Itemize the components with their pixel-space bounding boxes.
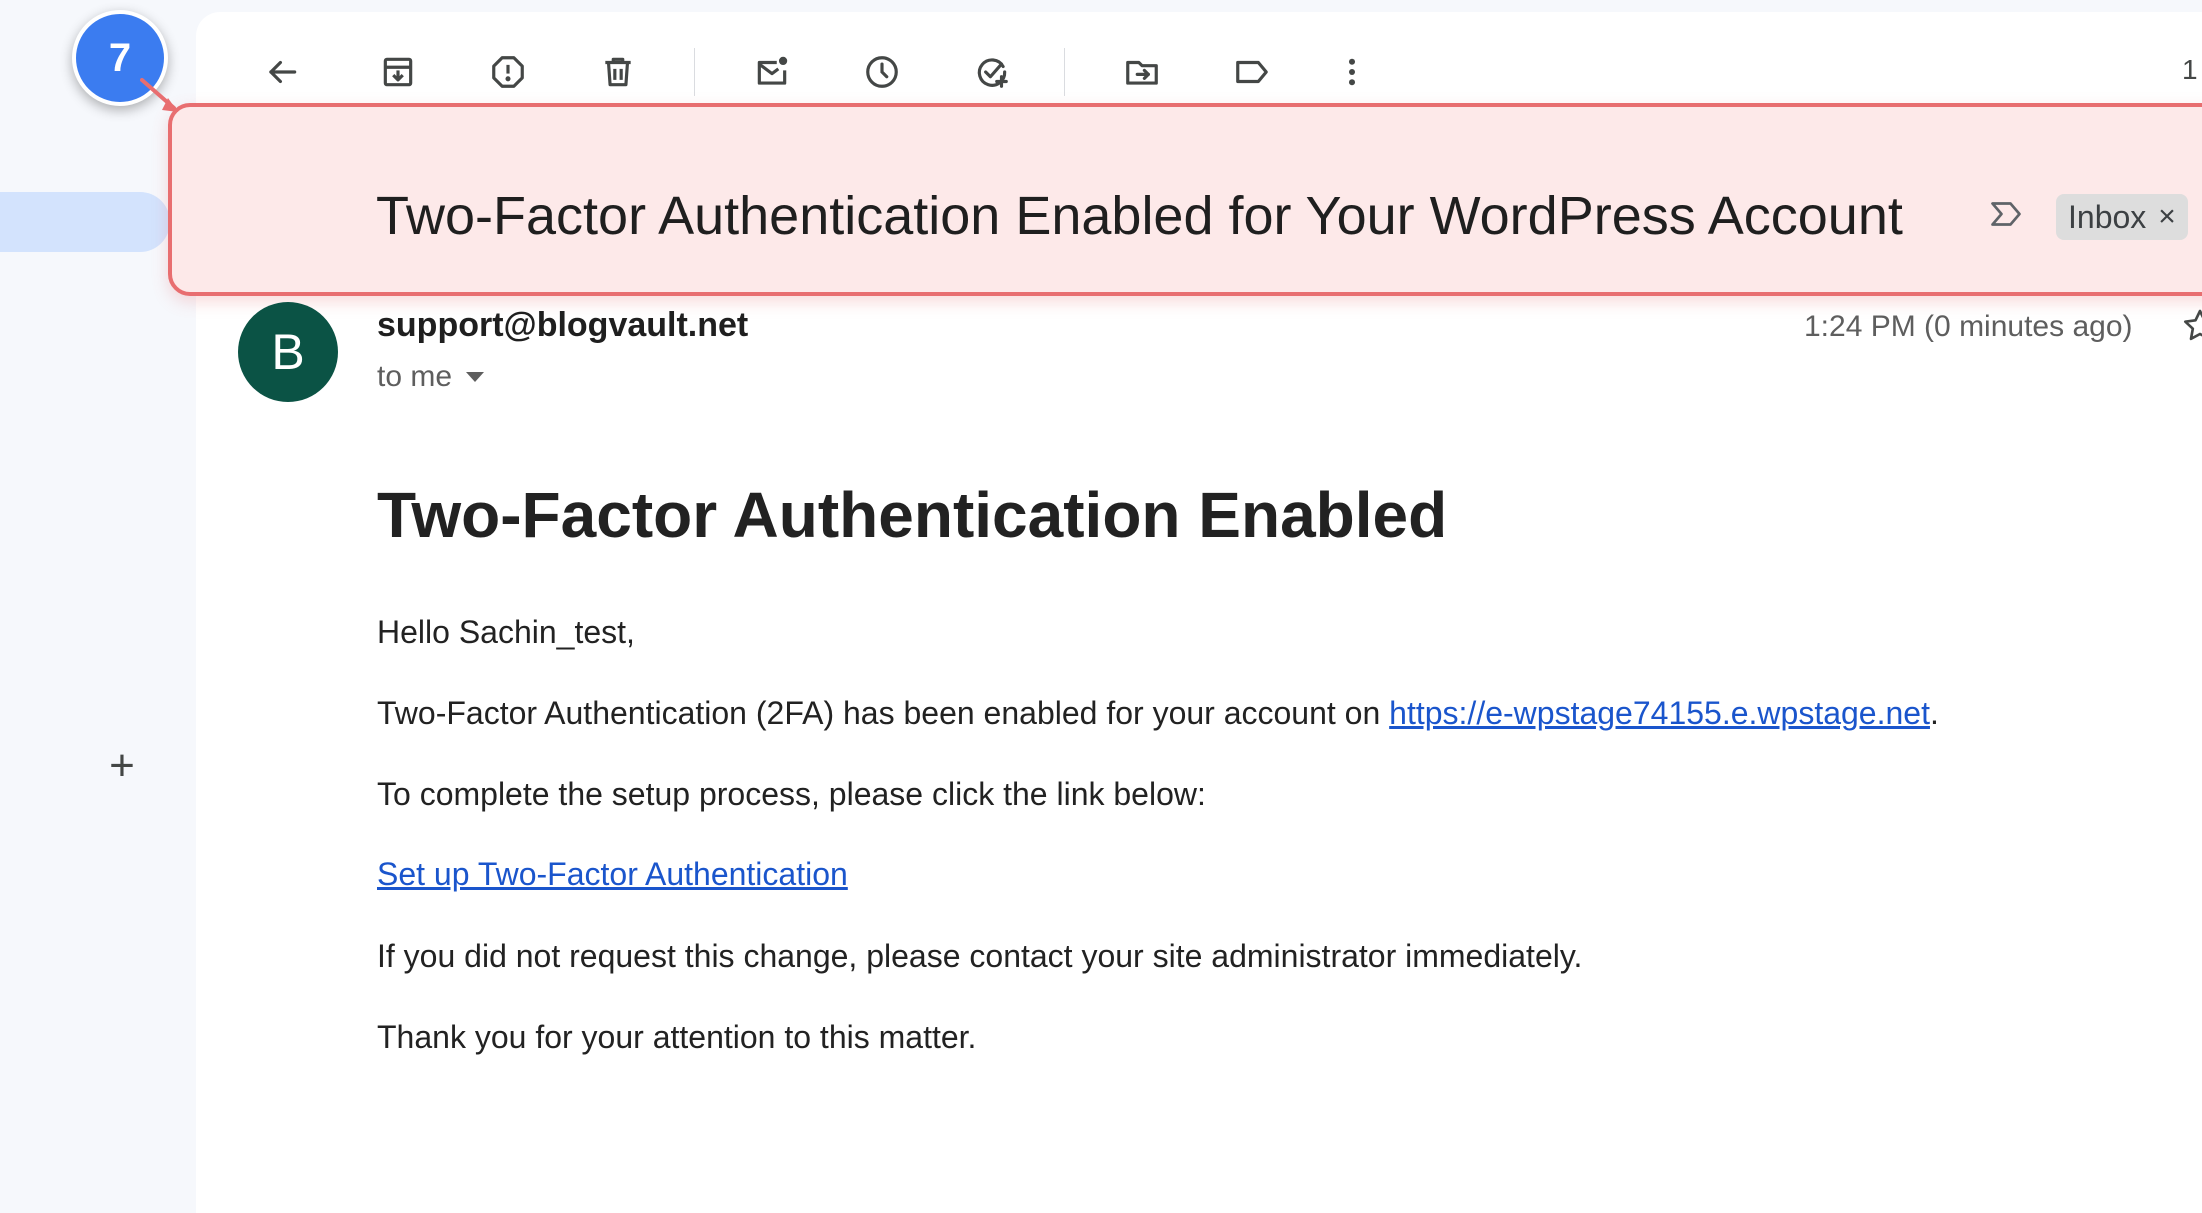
star-icon[interactable] — [2180, 306, 2202, 346]
setup-2fa-link[interactable]: Set up Two-Factor Authentication — [377, 856, 848, 892]
active-nav-item[interactable] — [0, 192, 170, 252]
email-timestamp: 1:24 PM (0 minutes ago) — [1804, 310, 2133, 343]
toolbar-divider — [1064, 48, 1065, 96]
plus-icon[interactable]: + — [102, 744, 142, 788]
important-marker-icon[interactable] — [1988, 196, 2024, 232]
annotation-arrow-icon — [140, 78, 178, 112]
archive-icon[interactable] — [374, 48, 422, 96]
recipient-details[interactable]: to me — [377, 360, 485, 394]
label-chip-text: Inbox — [2068, 198, 2147, 235]
arrow-left-icon[interactable] — [258, 48, 306, 96]
left-rail: + — [0, 0, 196, 1213]
enabled-notice-text: Two-Factor Authentication (2FA) has been… — [377, 695, 1390, 731]
remove-label-icon[interactable]: × — [2158, 200, 2176, 234]
toolbar-divider — [694, 48, 695, 96]
email-subject: Two-Factor Authentication Enabled for Yo… — [376, 186, 1903, 246]
sender-email[interactable]: support@blogvault.net — [377, 306, 748, 345]
site-url-link[interactable]: https://e-wpstage74155.e.wpstage.net — [1389, 695, 1930, 731]
chevron-down-icon[interactable] — [466, 372, 485, 382]
label-chip-inbox: Inbox × — [2056, 194, 2188, 240]
more-vert-icon[interactable] — [1328, 48, 1376, 96]
enabled-notice: Two-Factor Authentication (2FA) has been… — [377, 695, 1939, 732]
report-spam-icon[interactable] — [484, 48, 532, 96]
message-count: 1 — [2182, 54, 2198, 85]
greeting-text: Hello Sachin_test, — [377, 614, 635, 650]
sender-avatar[interactable]: B — [238, 302, 338, 402]
mark-unread-icon[interactable] — [748, 48, 796, 96]
enabled-notice-end: . — [1929, 695, 1939, 731]
add-task-icon[interactable] — [968, 48, 1016, 96]
move-to-folder-icon[interactable] — [1118, 48, 1166, 96]
thank-you-text: Thank you for your attention to this mat… — [377, 1019, 977, 1055]
setup-instruction: To complete the setup process, please cl… — [377, 776, 1206, 812]
email-body-heading: Two-Factor Authentication Enabled — [377, 479, 1448, 551]
clock-icon[interactable] — [858, 48, 906, 96]
label-icon[interactable] — [1228, 48, 1276, 96]
setup-2fa-paragraph: Set up Two-Factor Authentication — [377, 856, 848, 893]
contact-admin-text: If you did not request this change, plea… — [377, 938, 1583, 974]
recipient-text: to me — [377, 360, 453, 393]
trash-icon[interactable] — [594, 48, 642, 96]
